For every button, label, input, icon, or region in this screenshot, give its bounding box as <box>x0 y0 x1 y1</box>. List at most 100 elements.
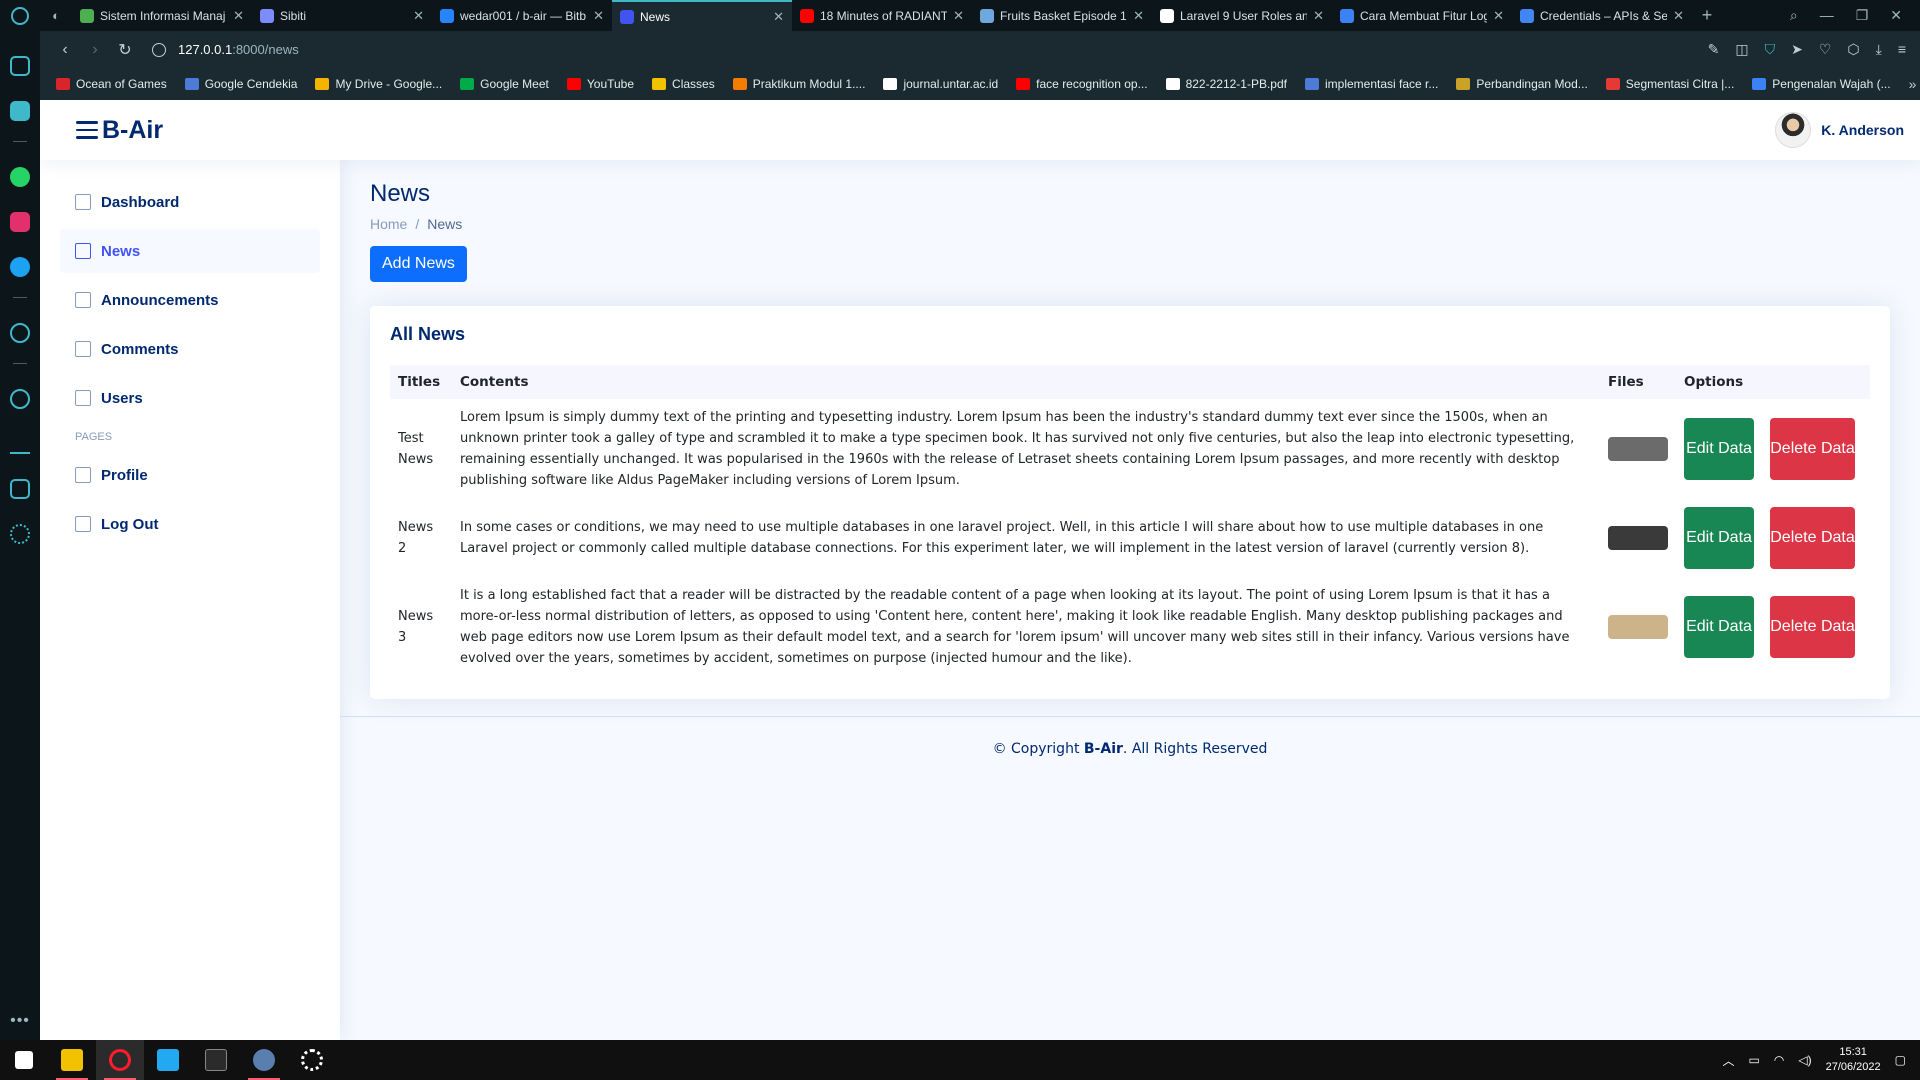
heart-icon[interactable]: ♡ <box>1819 41 1832 58</box>
close-tab-icon[interactable]: ✕ <box>593 8 604 24</box>
delete-data-button[interactable]: Delete Data <box>1770 418 1855 480</box>
menu-icon[interactable]: ≡ <box>1898 41 1906 58</box>
edit-data-button[interactable]: Edit Data <box>1684 507 1754 569</box>
browser-tab[interactable]: Sibiti ✕ <box>252 0 432 31</box>
close-tab-icon[interactable]: ✕ <box>953 8 964 24</box>
new-tab-button[interactable]: + <box>1692 5 1722 26</box>
close-tab-icon[interactable]: ✕ <box>413 8 424 24</box>
wifi-icon[interactable]: ◠ <box>1774 1053 1784 1067</box>
restore-icon[interactable]: ❐ <box>1856 7 1869 24</box>
settings-gear-icon[interactable] <box>288 1040 336 1080</box>
chevron-up-icon[interactable]: ︿ <box>1723 1052 1735 1069</box>
back-icon[interactable]: ‹ <box>50 41 80 59</box>
bookmark-item[interactable]: Google Cendekia <box>184 77 298 91</box>
instagram-icon[interactable] <box>10 212 30 232</box>
sidebar-item-announcements[interactable]: Announcements <box>60 278 320 322</box>
start-icon[interactable] <box>0 1040 48 1080</box>
bookmark-label: Google Cendekia <box>204 77 298 91</box>
extensions-icon[interactable] <box>10 479 30 499</box>
notifications-icon[interactable]: ▢ <box>1895 1053 1906 1067</box>
clock[interactable]: 15:31 27/06/2022 <box>1826 1045 1881 1075</box>
delete-data-button[interactable]: Delete Data <box>1770 507 1855 569</box>
bookmark-item[interactable]: Praktikum Modul 1.... <box>732 77 865 91</box>
window-controls: ⌕ — ❐ ✕ <box>1790 7 1920 24</box>
breadcrumb-home[interactable]: Home <box>370 216 407 232</box>
add-news-button[interactable]: Add News <box>370 246 467 282</box>
browser-tab[interactable]: 18 Minutes of RADIANT ✕ <box>792 0 972 31</box>
bookmark-item[interactable]: Google Meet <box>460 77 549 91</box>
shield-icon[interactable]: ⛉ <box>1765 41 1776 58</box>
sidebar-item-log-out[interactable]: Log Out <box>60 502 320 546</box>
browser-tab[interactable]: Cara Membuat Fitur Log ✕ <box>1332 0 1512 31</box>
brand-logo[interactable]: B-Air <box>102 116 163 145</box>
close-tab-icon[interactable]: ✕ <box>773 9 784 25</box>
edit-data-button[interactable]: Edit Data <box>1684 418 1754 480</box>
bookmark-item[interactable]: Ocean of Games <box>56 77 167 91</box>
close-tab-icon[interactable]: ✕ <box>1493 8 1504 24</box>
sidebar-item-profile[interactable]: Profile <box>60 453 320 497</box>
sidebar-item-comments[interactable]: Comments <box>60 327 320 371</box>
reload-icon[interactable]: ↻ <box>110 40 140 60</box>
bookmark-item[interactable]: Perbandingan Mod... <box>1456 77 1588 91</box>
battery-icon[interactable]: ▭ <box>1749 1053 1760 1067</box>
shopping-icon[interactable] <box>10 56 30 76</box>
delete-data-button[interactable]: Delete Data <box>1770 596 1855 658</box>
news-file-thumbnail[interactable] <box>1608 615 1668 639</box>
opera-logo-icon[interactable] <box>0 0 40 31</box>
news-file-thumbnail[interactable] <box>1608 526 1668 550</box>
search-tabs-icon[interactable]: ⌕ <box>1790 7 1798 24</box>
file-explorer-icon[interactable] <box>48 1040 96 1080</box>
forward-icon[interactable]: › <box>80 41 110 59</box>
edit-data-button[interactable]: Edit Data <box>1684 596 1754 658</box>
bookmark-item[interactable]: implementasi face r... <box>1304 77 1438 91</box>
twitch-icon[interactable] <box>10 101 30 121</box>
downloads-icon[interactable] <box>10 434 30 454</box>
bookmark-item[interactable]: Pengenalan Wajah (... <box>1752 77 1891 91</box>
bookmark-item[interactable]: Classes <box>652 77 715 91</box>
volume-icon[interactable]: ◁) <box>1798 1053 1811 1067</box>
news-file-thumbnail[interactable] <box>1608 437 1668 461</box>
close-tab-icon[interactable]: ✕ <box>1313 8 1324 24</box>
edit-icon[interactable]: ✎ <box>1708 41 1720 58</box>
close-tab-icon[interactable]: ✕ <box>1133 8 1144 24</box>
browser-tab[interactable]: wedar001 / b-air — Bitb ✕ <box>432 0 612 31</box>
camera-icon[interactable]: ◫ <box>1735 41 1748 58</box>
postgres-icon[interactable] <box>240 1040 288 1080</box>
browser-tab[interactable]: Laravel 9 User Roles and ✕ <box>1152 0 1332 31</box>
player-icon[interactable] <box>10 323 30 343</box>
browser-tab[interactable]: News ✕ <box>612 0 792 31</box>
profile-menu[interactable]: K. Anderson <box>1775 112 1904 148</box>
browser-tab[interactable]: Credentials – APIs & Ser ✕ <box>1512 0 1692 31</box>
cube-icon[interactable]: ⬡ <box>1847 41 1859 58</box>
send-icon[interactable]: ➤ <box>1791 41 1803 58</box>
close-window-icon[interactable]: ✕ <box>1890 7 1902 24</box>
minimize-icon[interactable]: — <box>1820 7 1834 24</box>
opera-taskbar-icon[interactable] <box>96 1040 144 1080</box>
twitter-icon[interactable] <box>10 257 30 277</box>
site-info-icon[interactable] <box>152 42 166 57</box>
bookmark-item[interactable]: My Drive - Google... <box>315 77 442 91</box>
settings-icon[interactable] <box>10 524 30 544</box>
browser-tab[interactable]: Sistem Informasi Manaj ✕ <box>72 0 252 31</box>
bookmark-item[interactable]: Segmentasi Citra |... <box>1605 77 1734 91</box>
url-field[interactable]: 127.0.0.1:8000/news <box>152 42 299 57</box>
more-icon[interactable]: ••• <box>10 1012 30 1030</box>
bookmark-item[interactable]: journal.untar.ac.id <box>883 77 998 91</box>
close-tab-icon[interactable]: ✕ <box>1673 8 1684 24</box>
sidebar-item-users[interactable]: Users <box>60 376 320 420</box>
download-icon[interactable]: ⤓ <box>1876 41 1882 58</box>
gamepad-icon[interactable]: ◐ <box>40 0 72 31</box>
sidebar-item-dashboard[interactable]: Dashboard <box>60 180 320 224</box>
close-tab-icon[interactable]: ✕ <box>233 8 244 24</box>
bookmarks-overflow-icon[interactable]: » <box>1909 76 1920 92</box>
sidebar-item-news[interactable]: News <box>60 229 320 273</box>
terminal-icon[interactable] <box>192 1040 240 1080</box>
bookmark-item[interactable]: face recognition op... <box>1016 77 1148 91</box>
browser-tab[interactable]: Fruits Basket Episode 14 ✕ <box>972 0 1152 31</box>
bookmark-item[interactable]: 822-2212-1-PB.pdf <box>1165 77 1287 91</box>
history-icon[interactable] <box>10 389 30 409</box>
bookmark-item[interactable]: YouTube <box>566 77 634 91</box>
toggle-sidebar-icon[interactable] <box>76 121 98 139</box>
whatsapp-icon[interactable] <box>10 167 30 187</box>
vscode-icon[interactable] <box>144 1040 192 1080</box>
